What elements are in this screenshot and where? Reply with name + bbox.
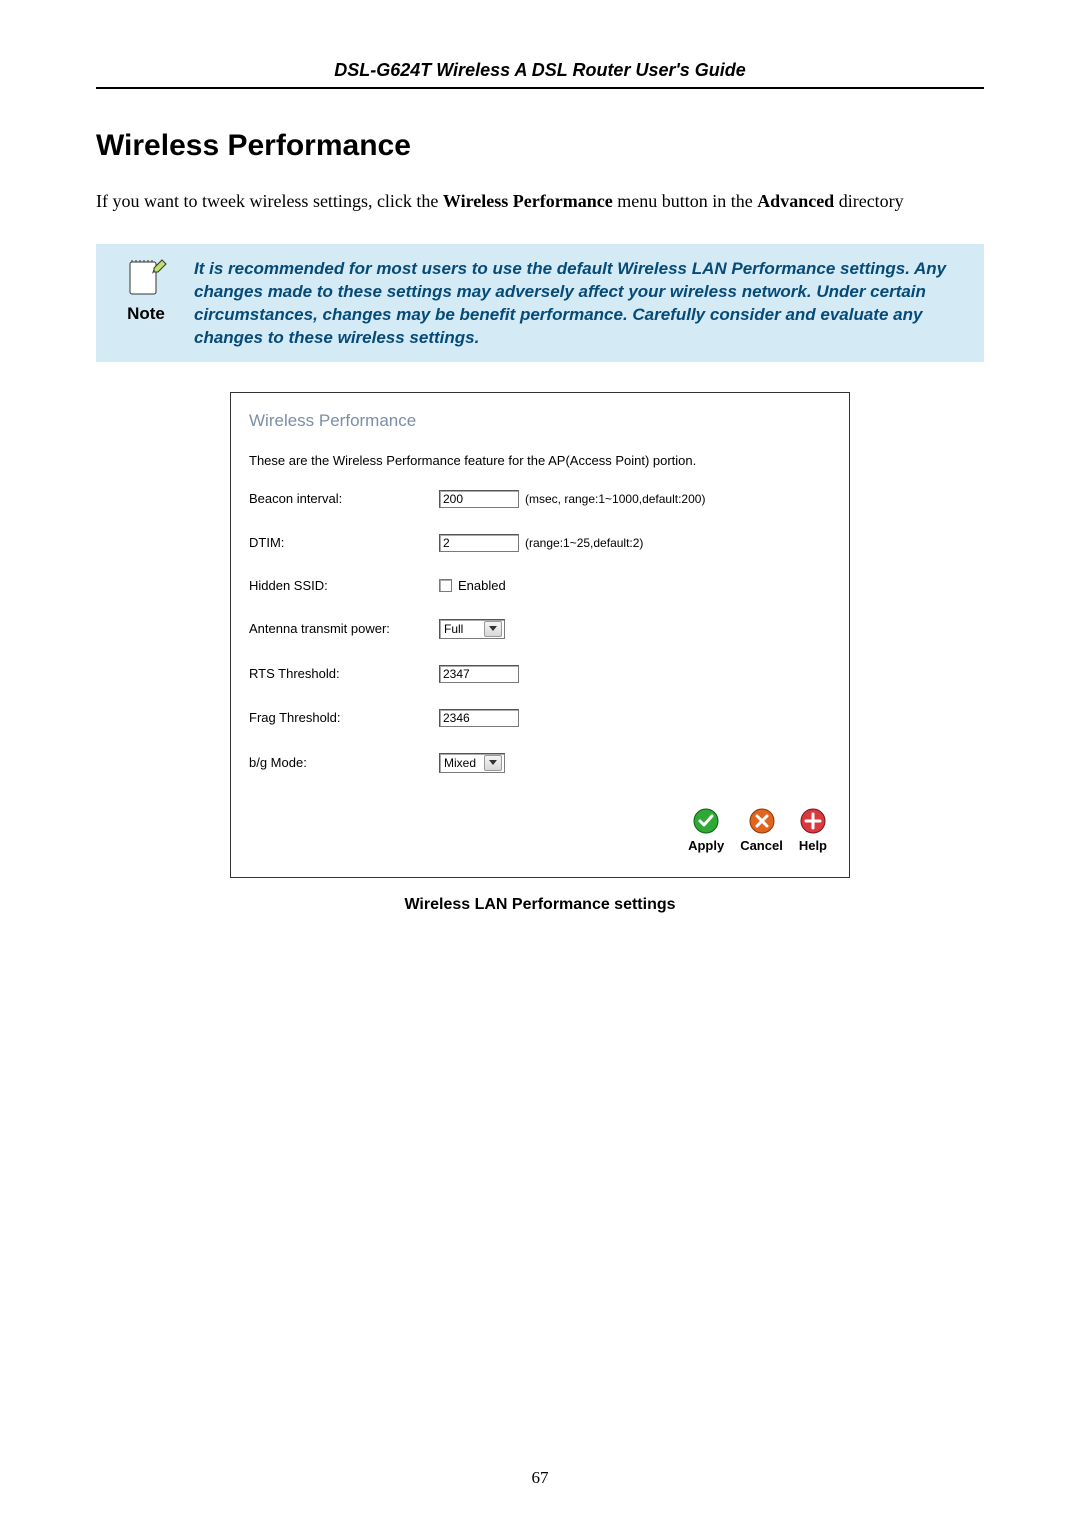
page-number: 67 bbox=[0, 1468, 1080, 1488]
label-antenna-power: Antenna transmit power: bbox=[249, 621, 439, 636]
settings-panel-wrap: Wireless Performance These are the Wirel… bbox=[96, 392, 984, 878]
help-icon bbox=[799, 807, 827, 835]
row-hidden-ssid: Hidden SSID: Enabled bbox=[249, 578, 831, 593]
intro-text-bold-1: Wireless Performance bbox=[443, 191, 613, 211]
panel-description: These are the Wireless Performance featu… bbox=[249, 453, 831, 468]
input-frag-threshold[interactable] bbox=[439, 709, 519, 727]
document-page: DSL-G624T Wireless A DSL Router User's G… bbox=[0, 0, 1080, 1528]
input-dtim[interactable] bbox=[439, 534, 519, 552]
figure-caption: Wireless LAN Performance settings bbox=[96, 896, 984, 914]
apply-icon bbox=[692, 807, 720, 835]
label-rts-threshold: RTS Threshold: bbox=[249, 666, 439, 681]
chevron-down-icon bbox=[484, 755, 502, 771]
section-title: Wireless Performance bbox=[96, 129, 984, 163]
hint-beacon-interval: (msec, range:1~1000,default:200) bbox=[525, 492, 705, 506]
row-bg-mode: b/g Mode: Mixed bbox=[249, 753, 831, 773]
cancel-label: Cancel bbox=[740, 838, 783, 853]
intro-paragraph: If you want to tweek wireless settings, … bbox=[96, 191, 984, 212]
row-frag-threshold: Frag Threshold: bbox=[249, 709, 831, 727]
note-icon-column: Note bbox=[98, 254, 194, 324]
help-label: Help bbox=[799, 838, 827, 853]
apply-button[interactable]: Apply bbox=[688, 807, 724, 853]
label-hidden-ssid: Hidden SSID: bbox=[249, 578, 439, 593]
label-frag-threshold: Frag Threshold: bbox=[249, 710, 439, 725]
row-beacon-interval: Beacon interval: (msec, range:1~1000,def… bbox=[249, 490, 831, 508]
select-value-bg-mode: Mixed bbox=[444, 756, 482, 770]
select-bg-mode[interactable]: Mixed bbox=[439, 753, 505, 773]
select-value-antenna: Full bbox=[444, 622, 482, 636]
checkbox-box-icon bbox=[439, 579, 452, 592]
label-bg-mode: b/g Mode: bbox=[249, 755, 439, 770]
wireless-performance-panel: Wireless Performance These are the Wirel… bbox=[230, 392, 850, 878]
chevron-down-icon bbox=[484, 621, 502, 637]
intro-text-bold-2: Advanced bbox=[757, 191, 834, 211]
intro-text-pre: If you want to tweek wireless settings, … bbox=[96, 191, 443, 211]
help-button[interactable]: Help bbox=[799, 807, 827, 853]
panel-button-row: Apply Cancel Help bbox=[249, 807, 831, 853]
row-antenna-power: Antenna transmit power: Full bbox=[249, 619, 831, 639]
panel-title: Wireless Performance bbox=[249, 411, 831, 431]
input-beacon-interval[interactable] bbox=[439, 490, 519, 508]
row-rts-threshold: RTS Threshold: bbox=[249, 665, 831, 683]
intro-text-post: directory bbox=[839, 191, 904, 211]
apply-label: Apply bbox=[688, 838, 724, 853]
note-text: It is recommended for most users to use … bbox=[194, 254, 970, 350]
intro-text-mid: menu button in the bbox=[617, 191, 757, 211]
notepad-pencil-icon bbox=[124, 258, 168, 302]
checkbox-hidden-ssid[interactable]: Enabled bbox=[439, 578, 506, 593]
running-header: DSL-G624T Wireless A DSL Router User's G… bbox=[96, 60, 984, 89]
checkbox-label-hidden-ssid: Enabled bbox=[458, 578, 506, 593]
cancel-icon bbox=[748, 807, 776, 835]
note-label: Note bbox=[98, 304, 194, 324]
row-dtim: DTIM: (range:1~25,default:2) bbox=[249, 534, 831, 552]
label-dtim: DTIM: bbox=[249, 535, 439, 550]
input-rts-threshold[interactable] bbox=[439, 665, 519, 683]
label-beacon-interval: Beacon interval: bbox=[249, 491, 439, 506]
select-antenna-power[interactable]: Full bbox=[439, 619, 505, 639]
cancel-button[interactable]: Cancel bbox=[740, 807, 783, 853]
hint-dtim: (range:1~25,default:2) bbox=[525, 536, 643, 550]
note-box: Note It is recommended for most users to… bbox=[96, 244, 984, 362]
